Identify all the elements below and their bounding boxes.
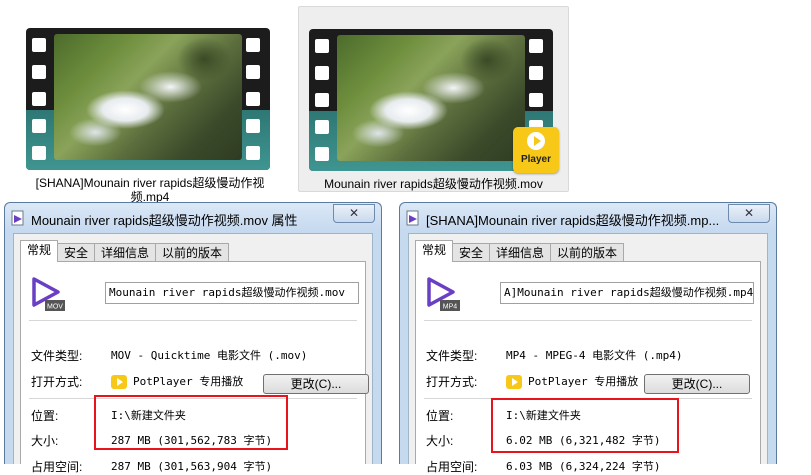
player-badge-icon: Player (513, 127, 559, 173)
file-name-label: [SHANA]Mounain river rapids超级慢动作视频.mp4 (35, 176, 265, 204)
open-with-label: 打开方式: (31, 375, 83, 389)
dialog-title: [SHANA]Mounain river rapids超级慢动作视频.mp... (426, 213, 720, 228)
size-highlight-box (94, 395, 288, 450)
video-preview-image (54, 34, 242, 160)
svg-text:MOV: MOV (47, 304, 63, 311)
video-film-icon (26, 28, 270, 170)
close-icon: ✕ (348, 206, 360, 220)
open-with-app: PotPlayer 专用播放 (111, 374, 243, 390)
file-thumbnail-mp4[interactable]: [SHANA]Mounain river rapids超级慢动作视频.mp4 (18, 6, 282, 204)
size-label: 大小: (426, 434, 454, 448)
title-bar[interactable]: [SHANA]Mounain river rapids超级慢动作视频.mp... (400, 203, 776, 231)
size-highlight-box (491, 398, 679, 453)
tab-details[interactable]: 详细信息 (489, 243, 552, 262)
open-with-label: 打开方式: (426, 375, 478, 389)
change-button[interactable]: 更改(C)... (644, 374, 750, 394)
file-type-label: 文件类型: (31, 349, 83, 363)
mp4-file-icon: MP4 (427, 277, 460, 311)
svg-text:MP4: MP4 (443, 304, 458, 311)
filename-field[interactable]: Mounain river rapids超级慢动作视频.mov (105, 282, 359, 304)
size-on-disk-value: 287 MB (301,563,904 字节) (111, 460, 273, 473)
tab-security[interactable]: 安全 (57, 243, 96, 262)
open-with-app: PotPlayer 专用播放 (506, 374, 638, 390)
player-badge-label: Player (520, 154, 552, 165)
change-button[interactable]: 更改(C)... (263, 374, 369, 394)
file-thumbnail-mov[interactable]: Player Mounain river rapids超级慢动作视频.mov (298, 6, 569, 192)
size-label: 大小: (31, 434, 59, 448)
file-type-value: MOV - Quicktime 电影文件 (.mov) (111, 349, 308, 362)
tab-general[interactable]: 常规 (415, 240, 454, 262)
close-button[interactable]: ✕ (333, 204, 375, 223)
size-on-disk-label: 占用空间: (31, 460, 83, 474)
tab-general[interactable]: 常规 (20, 240, 59, 262)
mov-file-icon: MOV (32, 277, 65, 311)
dialog-title: Mounain river rapids超级慢动作视频.mov 属性 (31, 213, 298, 228)
size-on-disk-label: 占用空间: (426, 460, 478, 474)
close-icon: ✕ (743, 206, 755, 220)
filename-field[interactable]: A]Mounain river rapids超级慢动作视频.mp4 (500, 282, 754, 304)
tab-strip: 常规 安全 详细信息 以前的版本 (20, 240, 230, 262)
tab-previous-versions[interactable]: 以前的版本 (550, 243, 625, 262)
tab-strip: 常规 安全 详细信息 以前的版本 (415, 240, 625, 262)
size-on-disk-value: 6.03 MB (6,324,224 字节) (506, 460, 661, 473)
potplayer-icon (506, 375, 522, 389)
close-button[interactable]: ✕ (728, 204, 770, 223)
file-properties-icon (406, 210, 419, 226)
tab-details[interactable]: 详细信息 (94, 243, 157, 262)
video-preview-image (337, 35, 525, 161)
file-properties-icon (11, 210, 24, 226)
location-label: 位置: (31, 409, 59, 423)
title-bar[interactable]: Mounain river rapids超级慢动作视频.mov 属性 (5, 203, 381, 231)
file-type-label: 文件类型: (426, 349, 478, 363)
location-label: 位置: (426, 409, 454, 423)
file-type-value: MP4 - MPEG-4 电影文件 (.mp4) (506, 349, 683, 362)
tab-previous-versions[interactable]: 以前的版本 (155, 243, 230, 262)
file-name-label: Mounain river rapids超级慢动作视频.mov (324, 177, 543, 191)
potplayer-icon (111, 375, 127, 389)
tab-security[interactable]: 安全 (452, 243, 491, 262)
